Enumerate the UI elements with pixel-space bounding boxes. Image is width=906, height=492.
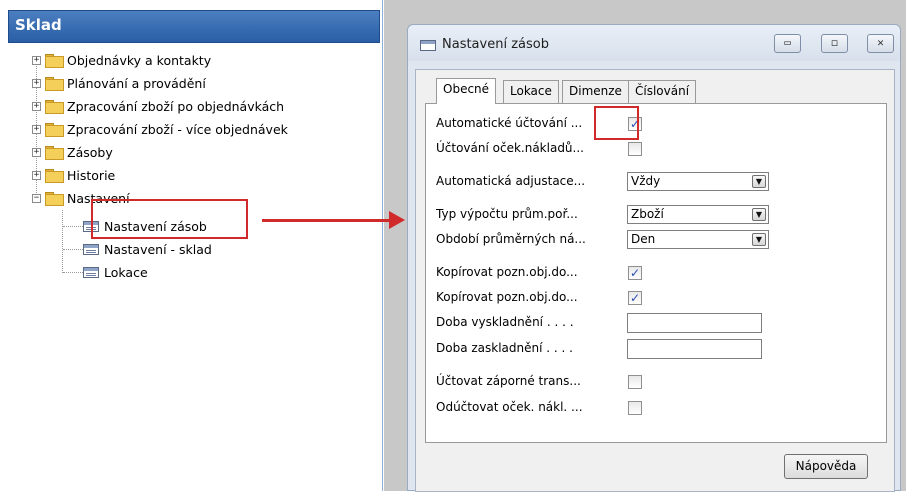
tree-line: [63, 226, 83, 227]
tree-item-label: Plánování a provádění: [67, 75, 206, 91]
nav-header: Sklad: [8, 10, 380, 43]
avg-cost-period-value: Den: [631, 232, 656, 246]
dialog-titlebar[interactable]: Nastavení zásob ▭ ◻ ✕: [408, 25, 900, 61]
auto-adjustment-label: Automatická adjustace...: [436, 174, 586, 188]
tab-cislovani[interactable]: Číslování: [628, 80, 697, 103]
inbound-time-label: Doba zaskladnění . . . .: [436, 341, 573, 355]
folder-icon: [45, 100, 64, 114]
setup-dialog: Nastavení zásob ▭ ◻ ✕ Obecné Lokace Dime…: [407, 24, 901, 492]
copy-comments-2-label: Kopírovat pozn.obj.do...: [436, 290, 578, 304]
expand-icon[interactable]: +: [32, 170, 41, 180]
avg-cost-period-label: Období průměrných ná...: [436, 232, 586, 246]
folder-icon: [45, 123, 64, 137]
expand-icon[interactable]: +: [32, 78, 41, 88]
tree-item-label: Historie: [67, 167, 116, 183]
expand-icon[interactable]: +: [32, 101, 41, 111]
folder-icon: [45, 54, 64, 68]
post-negative-checkbox[interactable]: [628, 375, 642, 389]
tree-item-objednavky[interactable]: + Objednávky a kontakty: [32, 50, 211, 70]
form-icon: [83, 243, 99, 255]
outbound-time-input[interactable]: [627, 313, 762, 333]
tree-item-label: Zpracování zboží po objednávkách: [67, 98, 285, 114]
nav-title: Sklad: [15, 16, 62, 34]
unpost-expected-label: Odúčtovat oček. nákl. ...: [436, 400, 583, 414]
post-negative-label: Účtovat záporné trans...: [436, 374, 581, 388]
tree-item-zpracovani-po-objednavkach[interactable]: + Zpracování zboží po objednávkách: [32, 96, 284, 116]
tree-item-zasoby[interactable]: + Zásoby: [32, 142, 113, 162]
tree-item-historie[interactable]: + Historie: [32, 165, 115, 185]
tree-item-label: Nastavení - sklad: [104, 241, 212, 257]
help-button[interactable]: Nápověda: [784, 454, 868, 479]
navigation-pane: Sklad + Objednávky a kontakty + Plánován…: [0, 0, 383, 491]
tab-page-obecne: Automatické účtování ... ✓ Účtování oček…: [425, 103, 887, 443]
tree-item-label: Objednávky a kontakty: [67, 52, 212, 68]
avg-cost-type-label: Typ výpočtu prům.poř...: [436, 207, 578, 221]
expected-cost-posting-checkbox[interactable]: [628, 142, 642, 156]
avg-cost-period-select[interactable]: Den ▼: [627, 230, 769, 249]
tree-line: [63, 249, 83, 250]
auto-adjustment-select[interactable]: Vždy ▼: [627, 172, 769, 191]
tab-obecne[interactable]: Obecné: [436, 78, 497, 104]
auto-posting-label: Automatické účtování ...: [436, 116, 583, 130]
avg-cost-type-value: Zboží: [631, 207, 664, 221]
chevron-down-icon[interactable]: ▼: [752, 208, 766, 221]
folder-icon: [45, 169, 64, 183]
tree-item-planovani[interactable]: + Plánování a provádění: [32, 73, 206, 93]
avg-cost-type-select[interactable]: Zboží ▼: [627, 205, 769, 224]
chevron-down-icon[interactable]: ▼: [752, 233, 766, 246]
minimize-button[interactable]: ▭: [774, 34, 801, 53]
copy-comments-2-checkbox[interactable]: ✓: [628, 291, 642, 305]
tree-item-label: Zpracování zboží - více objednávek: [67, 121, 288, 137]
outbound-time-label: Doba vyskladnění . . . .: [436, 315, 574, 329]
collapse-icon[interactable]: −: [32, 193, 41, 203]
expand-icon[interactable]: +: [32, 55, 41, 65]
tree-line: [63, 272, 83, 273]
tree-line: [62, 210, 63, 273]
folder-icon: [45, 146, 64, 160]
highlight-box: [91, 199, 248, 239]
tab-lokace[interactable]: Lokace: [503, 80, 559, 103]
copy-comments-1-checkbox[interactable]: ✓: [628, 266, 642, 280]
dialog-client: Obecné Lokace Dimenze Číslování Automati…: [415, 69, 895, 492]
unpost-expected-checkbox[interactable]: [628, 401, 642, 415]
highlight-box: [594, 106, 639, 140]
form-icon: [83, 266, 99, 278]
form-icon: [420, 40, 436, 51]
dialog-title: Nastavení zásob: [442, 37, 549, 52]
tree-item-label: Zásoby: [67, 144, 113, 160]
expand-icon[interactable]: +: [32, 124, 41, 134]
maximize-button[interactable]: ◻: [821, 34, 848, 53]
tree-item-lokace[interactable]: Lokace: [83, 262, 148, 282]
expand-icon[interactable]: +: [32, 147, 41, 157]
tree-item-label: Lokace: [104, 264, 148, 280]
copy-comments-1-label: Kopírovat pozn.obj.do...: [436, 265, 578, 279]
folder-icon: [45, 77, 64, 91]
auto-adjustment-value: Vždy: [631, 174, 661, 188]
tree-item-nastaveni-sklad[interactable]: Nastavení - sklad: [83, 239, 212, 259]
inbound-time-input[interactable]: [627, 339, 762, 359]
tree-item-zpracovani-vice-objednavek[interactable]: + Zpracování zboží - více objednávek: [32, 119, 288, 139]
expected-cost-posting-label: Účtování oček.nákladů...: [436, 141, 584, 155]
tab-dimenze[interactable]: Dimenze: [562, 80, 629, 103]
close-button[interactable]: ✕: [867, 34, 894, 53]
chevron-down-icon[interactable]: ▼: [752, 175, 766, 188]
arrow-head-icon: [389, 211, 405, 229]
open-folder-icon: [45, 192, 64, 206]
annotation-arrow: [262, 219, 392, 222]
